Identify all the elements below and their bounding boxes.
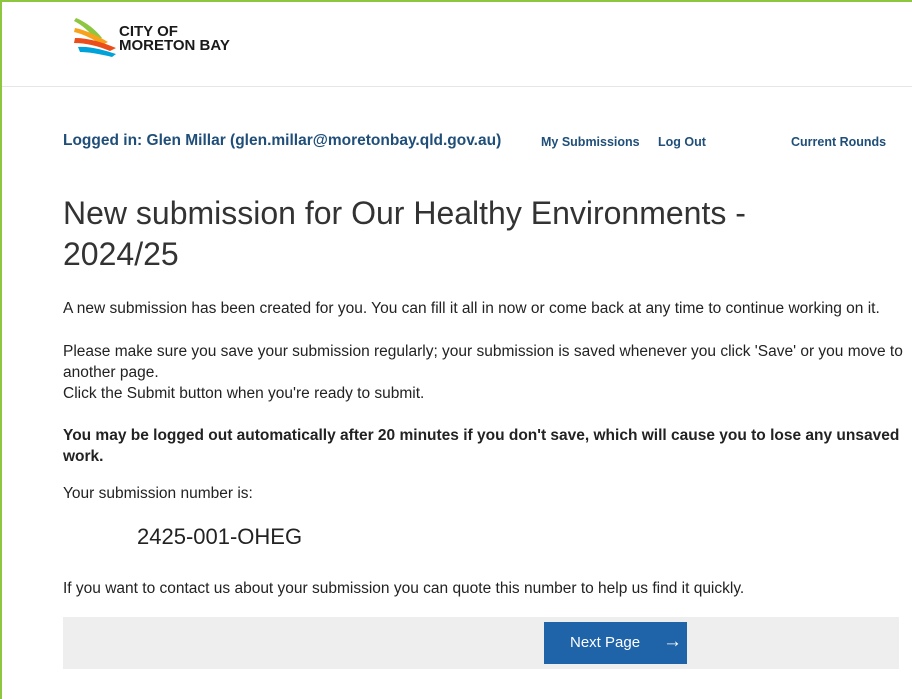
page-title: New submission for Our Healthy Environme… xyxy=(63,195,746,272)
logo-text-line2: MORETON BAY xyxy=(119,37,230,54)
user-bar: Logged in: Glen Millar (glen.millar@more… xyxy=(63,132,894,152)
logged-in-status: Logged in: Glen Millar (glen.millar@more… xyxy=(63,132,502,149)
logout-warning: You may be logged out automatically afte… xyxy=(63,427,900,465)
arrow-right-icon: → xyxy=(663,631,682,652)
next-page-button[interactable]: Next Page → xyxy=(544,622,687,664)
submit-instruction-text: Click the Submit button when you're read… xyxy=(63,385,425,402)
my-submissions-link[interactable]: My Submissions xyxy=(541,135,640,149)
navigation-bar: Next Page → xyxy=(63,617,899,669)
save-reminder-text: Please make sure you save your submissio… xyxy=(63,343,903,381)
submission-number: 2425-001-OHEG xyxy=(137,524,303,549)
current-rounds-link[interactable]: Current Rounds xyxy=(791,135,886,149)
log-out-link[interactable]: Log Out xyxy=(658,135,706,149)
next-page-label: Next Page xyxy=(570,634,641,651)
logo-swoosh-icon xyxy=(74,18,116,57)
site-header: CITY OF MORETON BAY xyxy=(2,2,912,87)
contact-note: If you want to contact us about your sub… xyxy=(63,580,745,597)
submission-number-label: Your submission number is: xyxy=(63,485,253,502)
intro-text: A new submission has been created for yo… xyxy=(63,300,880,317)
moreton-bay-logo[interactable]: CITY OF MORETON BAY xyxy=(72,16,242,62)
